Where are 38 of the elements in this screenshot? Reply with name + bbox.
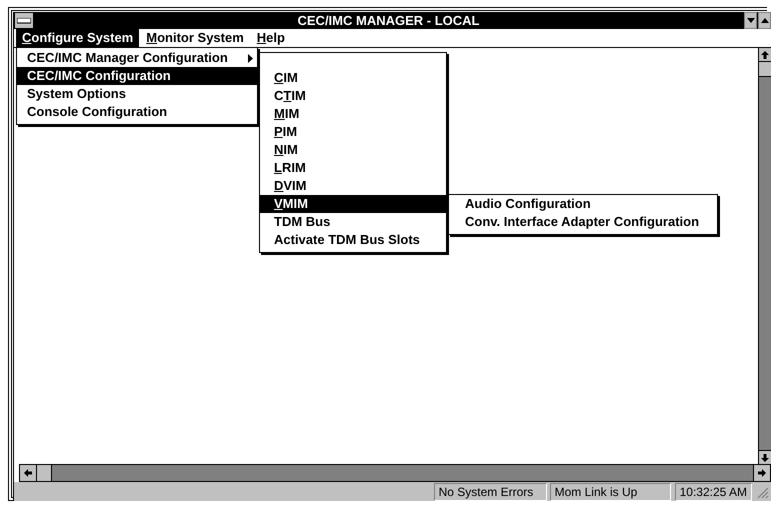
menu-item[interactable]: System Options	[17, 85, 257, 103]
menu-item[interactable]: CEC/IMC Configuration	[17, 67, 257, 85]
menu-item[interactable]: Activate TDM Bus Slots	[260, 231, 446, 249]
status-panel: No System Errors	[434, 482, 547, 500]
menu-item[interactable]: LRIM	[260, 159, 446, 177]
scroll-left-icon[interactable]	[19, 465, 37, 481]
menu-item[interactable]: VMIM	[260, 195, 446, 213]
menu-item[interactable]: CEC/IMC Manager Configuration	[17, 49, 257, 67]
vertical-scrollbar[interactable]	[758, 48, 771, 464]
scroll-up-icon[interactable]	[759, 48, 771, 62]
bar-icon	[17, 18, 31, 24]
menu-item[interactable]: TDM Bus	[260, 213, 446, 231]
status-panel: 10:32:25 AM	[674, 482, 752, 500]
horizontal-scrollbar[interactable]	[19, 464, 771, 482]
down-triangle-icon	[746, 18, 754, 23]
minimize-button[interactable]	[744, 12, 757, 29]
menu-item[interactable]: Console Configuration	[17, 103, 257, 121]
scroll-right-icon[interactable]	[753, 465, 771, 481]
resize-grip-icon[interactable]	[755, 484, 769, 498]
up-triangle-icon	[760, 18, 768, 23]
menu-item[interactable]: CIM	[260, 69, 446, 87]
menu-item[interactable]: Monitor System	[140, 29, 250, 47]
menu-item[interactable]: CTIM	[260, 87, 446, 105]
menu-item[interactable]: MIM	[260, 105, 446, 123]
menu-item[interactable]: Conv. Interface Adapter Configuration	[449, 213, 717, 231]
scroll-thumb[interactable]	[759, 62, 771, 77]
scroll-down-icon[interactable]	[759, 450, 771, 464]
menu-item[interactable]: NIM	[260, 141, 446, 159]
menu-item[interactable]: Help	[250, 29, 291, 47]
menu-item[interactable]: DVIM	[260, 177, 446, 195]
system-menu-button[interactable]	[14, 12, 34, 29]
menu-item[interactable]: PIM	[260, 123, 446, 141]
menu-item[interactable]: Audio Configuration	[449, 195, 717, 213]
menu-item[interactable]: Configure System	[16, 29, 140, 47]
window-title: CEC/IMC MANAGER - LOCAL	[296, 13, 480, 28]
status-panel: Mom Link is Up	[550, 482, 671, 500]
scroll-thumb[interactable]	[37, 465, 52, 481]
maximize-button[interactable]	[758, 12, 771, 29]
